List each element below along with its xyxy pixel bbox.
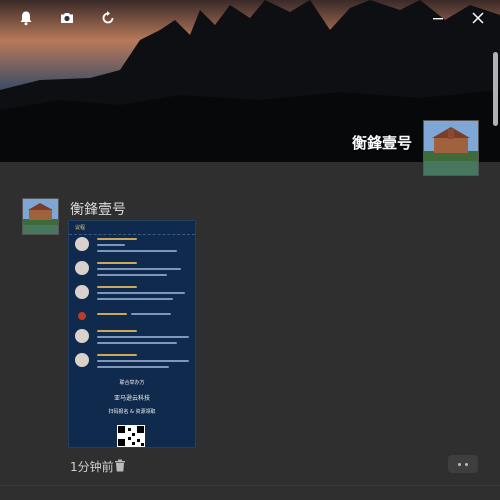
agenda-item <box>75 285 191 305</box>
scrollbar[interactable] <box>493 52 498 126</box>
close-icon[interactable] <box>470 10 486 26</box>
post-author-name[interactable]: 衡鋒壹号 <box>70 199 126 219</box>
agenda-item <box>75 237 191 257</box>
profile-name: 衡鋒壹号 <box>351 134 412 152</box>
agenda-item <box>75 329 191 349</box>
post-author-avatar[interactable] <box>22 198 59 235</box>
bell-icon[interactable] <box>18 10 34 26</box>
trash-icon[interactable] <box>114 457 126 476</box>
agenda-item <box>75 309 191 329</box>
speaker-avatar <box>75 261 89 275</box>
poster-co-host: 联合举办方 <box>119 380 145 386</box>
speaker-avatar <box>75 237 89 251</box>
more-button[interactable] <box>448 455 478 473</box>
poster-signup: 扫码报名 & 资源领取 <box>108 409 156 415</box>
poster-brand: 亚马逊云科技 <box>113 395 150 402</box>
more-dot <box>458 462 461 466</box>
post-timestamp: 1分钟前 <box>70 460 114 474</box>
profile-avatar[interactable] <box>423 120 479 176</box>
speaker-avatar <box>75 285 89 299</box>
speaker-avatar <box>75 329 89 343</box>
refresh-icon[interactable] <box>100 10 116 26</box>
agenda-item <box>75 353 191 373</box>
camera-icon[interactable] <box>59 10 75 26</box>
agenda-item <box>75 261 191 281</box>
poster-header: 议程 <box>69 221 195 235</box>
divider <box>0 485 500 486</box>
speaker-avatar <box>75 353 89 367</box>
post-image[interactable]: 议程 联合举办方 亚马逊云科技 扫码报名 & 资源领取 <box>68 220 196 448</box>
break-icon <box>78 312 86 320</box>
more-dot <box>465 462 468 466</box>
minimize-icon[interactable] <box>430 10 446 26</box>
qr-code <box>117 425 145 447</box>
